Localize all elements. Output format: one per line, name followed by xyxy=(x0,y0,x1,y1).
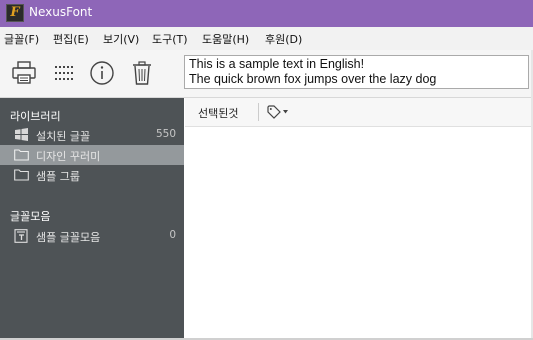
sidebar-item-label: 디자인 꾸러미 xyxy=(36,150,101,163)
menu-bar: 글꼴(F) 편집(E) 보기(V) 도구(T) 도움말(H) 후원(D) xyxy=(0,27,533,50)
title-bar: F NexusFont xyxy=(0,0,533,27)
menu-view[interactable]: 보기(V) xyxy=(103,31,139,47)
printer-icon[interactable] xyxy=(11,60,37,86)
app-logo-icon: F xyxy=(6,4,24,22)
folder-icon xyxy=(14,148,29,161)
sidebar-item-label: 설치된 글꼴 xyxy=(36,130,91,143)
collection-icon xyxy=(14,229,29,243)
menu-font[interactable]: 글꼴(F) xyxy=(4,31,39,47)
folder-icon xyxy=(14,168,29,181)
sidebar-item-design-pack[interactable]: 디자인 꾸러미 xyxy=(0,145,184,165)
menu-tools[interactable]: 도구(T) xyxy=(152,31,188,47)
tag-icon[interactable] xyxy=(266,104,292,120)
divider xyxy=(258,103,259,121)
sample-text-line-1: This is a sample text in English! xyxy=(189,57,365,71)
sidebar-item-label: 샘플 그룹 xyxy=(36,170,80,183)
sample-text-line-2: The quick brown fox jumps over the lazy … xyxy=(189,72,437,86)
menu-edit[interactable]: 편집(E) xyxy=(53,31,89,47)
filter-bar: 선택된것 xyxy=(185,98,531,127)
sample-text-input[interactable]: This is a sample text in English! The qu… xyxy=(184,55,529,89)
collection-heading: 글꼴모음 xyxy=(10,210,51,223)
window-title: NexusFont xyxy=(29,5,93,19)
sidebar: 라이브러리 설치된 글꼴 550 디자인 꾸러미 샘플 그룹 글꼴모음 샘플 글… xyxy=(0,98,184,340)
library-heading: 라이브러리 xyxy=(10,110,61,123)
font-count: 550 xyxy=(155,128,176,140)
info-icon[interactable] xyxy=(89,60,115,86)
font-list-panel: 선택된것 xyxy=(185,98,531,340)
font-count: 0 xyxy=(169,229,176,241)
grid-icon[interactable] xyxy=(51,60,77,86)
sidebar-item-sample-collection[interactable]: 샘플 글꼴모음 0 xyxy=(0,226,184,246)
menu-donate[interactable]: 후원(D) xyxy=(265,31,302,47)
sidebar-item-label: 샘플 글꼴모음 xyxy=(36,231,101,244)
sidebar-item-installed-fonts[interactable]: 설치된 글꼴 550 xyxy=(0,125,184,145)
selected-filter-button[interactable]: 선택된것 xyxy=(198,105,238,121)
menu-help[interactable]: 도움말(H) xyxy=(202,31,249,47)
trash-icon[interactable] xyxy=(129,60,155,86)
windows-icon xyxy=(14,128,29,141)
sidebar-item-sample-group[interactable]: 샘플 그룹 xyxy=(0,165,184,185)
